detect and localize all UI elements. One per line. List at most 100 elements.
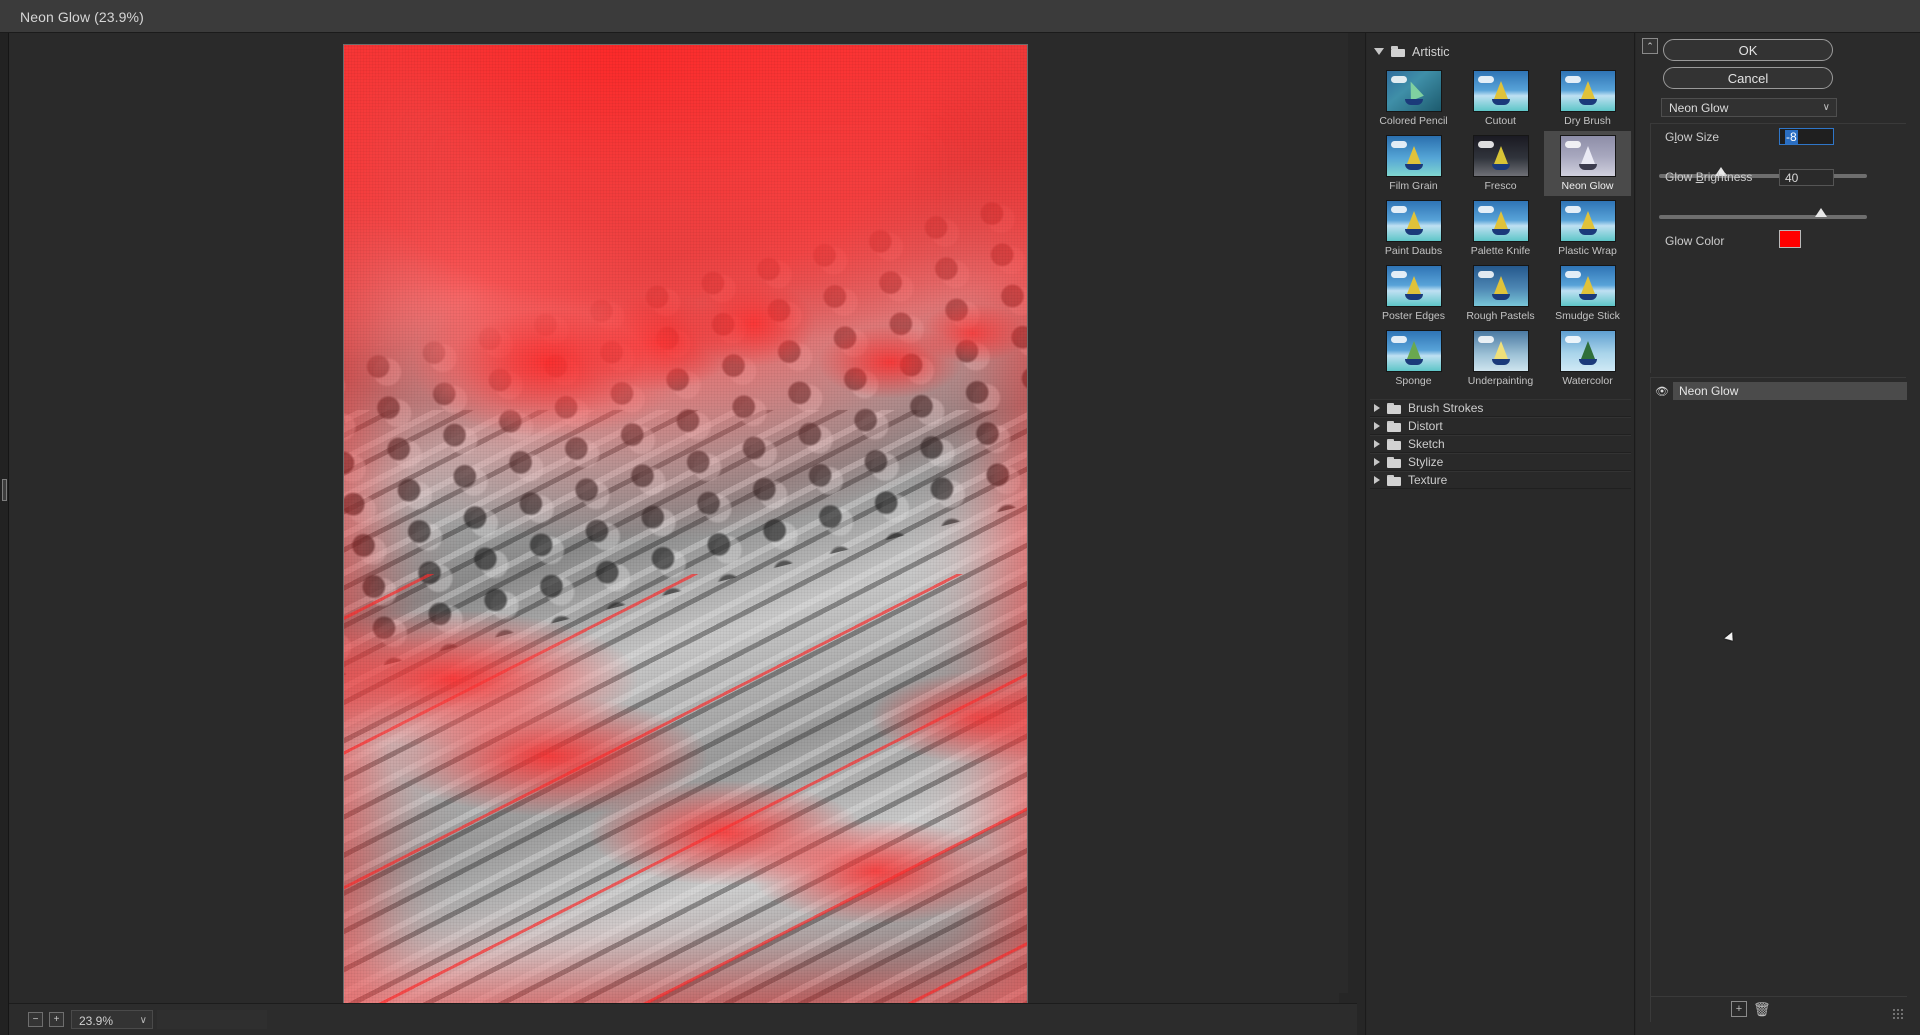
cancel-button[interactable]: Cancel	[1663, 67, 1833, 89]
category-label: Brush Strokes	[1408, 401, 1484, 415]
folder-icon	[1387, 402, 1401, 414]
resize-grip[interactable]	[1892, 1008, 1904, 1020]
zoom-level-combobox[interactable]: 23.9% ∨	[71, 1010, 153, 1029]
filter-thumb-label: Poster Edges	[1381, 310, 1446, 322]
folder-icon	[1387, 474, 1401, 486]
window-title: Neon Glow (23.9%)	[20, 9, 144, 25]
triangle-right-icon[interactable]	[1374, 440, 1380, 448]
preview-canvas[interactable]	[9, 33, 1357, 1003]
filter-thumb-colored-pencil[interactable]: Colored Pencil	[1370, 66, 1457, 131]
glow-brightness-label: Glow Brightness	[1665, 170, 1753, 184]
effect-layer-row[interactable]: 👁 Neon Glow	[1651, 382, 1907, 400]
glow-brightness-slider[interactable]	[1659, 208, 1867, 219]
glow-brightness-slider-thumb[interactable]	[1815, 208, 1828, 217]
filter-thumbnail-image	[1559, 265, 1616, 307]
title-bar: Neon Glow (23.9%)	[0, 0, 1920, 33]
category-label: Artistic	[1412, 44, 1450, 59]
chevron-down-icon: ∨	[139, 1015, 147, 1026]
zoom-in-button[interactable]: +	[49, 1012, 64, 1027]
effect-layer-name: Neon Glow	[1673, 382, 1907, 400]
filter-thumbnail-image	[1559, 135, 1616, 177]
filter-gallery-list: Artistic Colored Pencil Cutout Dry Brush	[1367, 33, 1635, 1035]
ok-button[interactable]: OK	[1663, 39, 1833, 61]
category-row-stylize[interactable]: Stylize	[1370, 453, 1631, 471]
preview-pane: − + 23.9% ∨ 28.12%	[9, 33, 1366, 1035]
category-label: Sketch	[1408, 437, 1445, 451]
folder-icon	[1387, 438, 1401, 450]
category-row-texture[interactable]: Texture	[1370, 471, 1631, 489]
filter-select-value: Neon Glow	[1669, 101, 1729, 115]
delete-effect-layer-button[interactable]: 🗑	[1753, 1001, 1771, 1017]
triangle-down-icon[interactable]	[1374, 48, 1384, 55]
filter-thumb-watercolor[interactable]: Watercolor	[1544, 326, 1631, 391]
filter-thumb-label: Film Grain	[1389, 180, 1438, 192]
left-scrollbar[interactable]	[0, 33, 9, 1035]
chevron-down-icon: ∨	[1822, 102, 1830, 113]
parameters-group: Glow Size -8 Glow Brightness 40 Glow Col…	[1650, 123, 1906, 373]
filter-thumbnail-image	[1472, 70, 1529, 112]
filter-thumbnail-image	[1385, 70, 1442, 112]
filter-thumb-fresco[interactable]: Fresco	[1457, 131, 1544, 196]
filter-thumb-label: Colored Pencil	[1379, 115, 1448, 127]
filter-thumb-label: Dry Brush	[1564, 115, 1611, 127]
filter-thumbnail-image	[1472, 265, 1529, 307]
filter-gallery-window: Neon Glow (23.9%) − + 23.9% ∨ Artistic C…	[0, 0, 1920, 1035]
zoom-level-value: 23.9%	[79, 1014, 114, 1028]
filter-thumb-neon-glow[interactable]: Neon Glow	[1544, 131, 1631, 196]
preview-vertical-scrollbar[interactable]	[1348, 33, 1357, 1003]
filter-thumb-poster-edges[interactable]: Poster Edges	[1370, 261, 1457, 326]
glow-color-swatch[interactable]	[1779, 230, 1801, 248]
filter-thumb-rough-pastels[interactable]: Rough Pastels	[1457, 261, 1544, 326]
filter-thumbnail-image	[1559, 330, 1616, 372]
preview-image[interactable]	[343, 44, 1028, 1003]
filter-thumb-plastic-wrap[interactable]: Plastic Wrap	[1544, 196, 1631, 261]
triangle-right-icon[interactable]	[1374, 404, 1380, 412]
triangle-right-icon[interactable]	[1374, 422, 1380, 430]
glow-color-label: Glow Color	[1665, 234, 1725, 248]
filter-thumb-sponge[interactable]: Sponge	[1370, 326, 1457, 391]
glow-size-input[interactable]: -8	[1779, 128, 1834, 145]
triangle-right-icon[interactable]	[1374, 476, 1380, 484]
eye-icon[interactable]: 👁	[1651, 385, 1673, 398]
filter-thumbnail-image	[1472, 330, 1529, 372]
controls-pane: ⌃ OK Cancel Neon Glow ∨ Glow Size -8 Glo…	[1636, 33, 1920, 1035]
filter-thumbnail-image	[1559, 70, 1616, 112]
folder-icon	[1387, 456, 1401, 468]
filter-thumb-label: Palette Knife	[1470, 245, 1531, 257]
filter-select-dropdown[interactable]: Neon Glow ∨	[1661, 98, 1837, 117]
category-label: Distort	[1408, 419, 1443, 433]
glow-size-value: -8	[1785, 130, 1798, 144]
filter-thumb-palette-knife[interactable]: Palette Knife	[1457, 196, 1544, 261]
filter-thumbnail-image	[1385, 265, 1442, 307]
filter-thumb-label: Rough Pastels	[1466, 310, 1535, 322]
filter-thumb-dry-brush[interactable]: Dry Brush	[1544, 66, 1631, 131]
filter-thumb-label: Watercolor	[1562, 375, 1613, 387]
category-label: Stylize	[1408, 455, 1444, 469]
filter-thumb-smudge-stick[interactable]: Smudge Stick	[1544, 261, 1631, 326]
filter-thumb-label: Sponge	[1395, 375, 1432, 387]
glow-brightness-value: 40	[1785, 171, 1799, 185]
glow-size-label: Glow Size	[1665, 130, 1720, 144]
collapse-panel-button[interactable]: ⌃	[1642, 38, 1658, 54]
zoom-out-button[interactable]: −	[28, 1012, 43, 1027]
zoom-slider-track[interactable]	[157, 1010, 267, 1029]
filter-thumb-cutout[interactable]: Cutout	[1457, 66, 1544, 131]
filter-thumb-label: Cutout	[1485, 115, 1516, 127]
new-effect-layer-button[interactable]: +	[1731, 1001, 1747, 1017]
filter-thumb-paint-daubs[interactable]: Paint Daubs	[1370, 196, 1457, 261]
left-scrollbar-handle[interactable]	[2, 479, 7, 501]
filter-thumb-label: Plastic Wrap	[1558, 245, 1617, 257]
folder-icon	[1391, 46, 1405, 57]
filter-thumb-label: Fresco	[1484, 180, 1517, 192]
preview-horizontal-scrollbar[interactable]	[1339, 993, 1357, 1003]
filter-thumb-film-grain[interactable]: Film Grain	[1370, 131, 1457, 196]
filter-thumb-label: Neon Glow	[1561, 180, 1614, 192]
filter-thumb-underpainting[interactable]: Underpainting	[1457, 326, 1544, 391]
category-header-artistic[interactable]: Artistic	[1367, 41, 1634, 62]
triangle-right-icon[interactable]	[1374, 458, 1380, 466]
category-row-distort[interactable]: Distort	[1370, 417, 1631, 435]
effect-layer-toolbar: + 🗑	[1651, 996, 1907, 1022]
glow-brightness-input[interactable]: 40	[1779, 169, 1834, 186]
category-row-brush-strokes[interactable]: Brush Strokes	[1370, 399, 1631, 417]
category-row-sketch[interactable]: Sketch	[1370, 435, 1631, 453]
